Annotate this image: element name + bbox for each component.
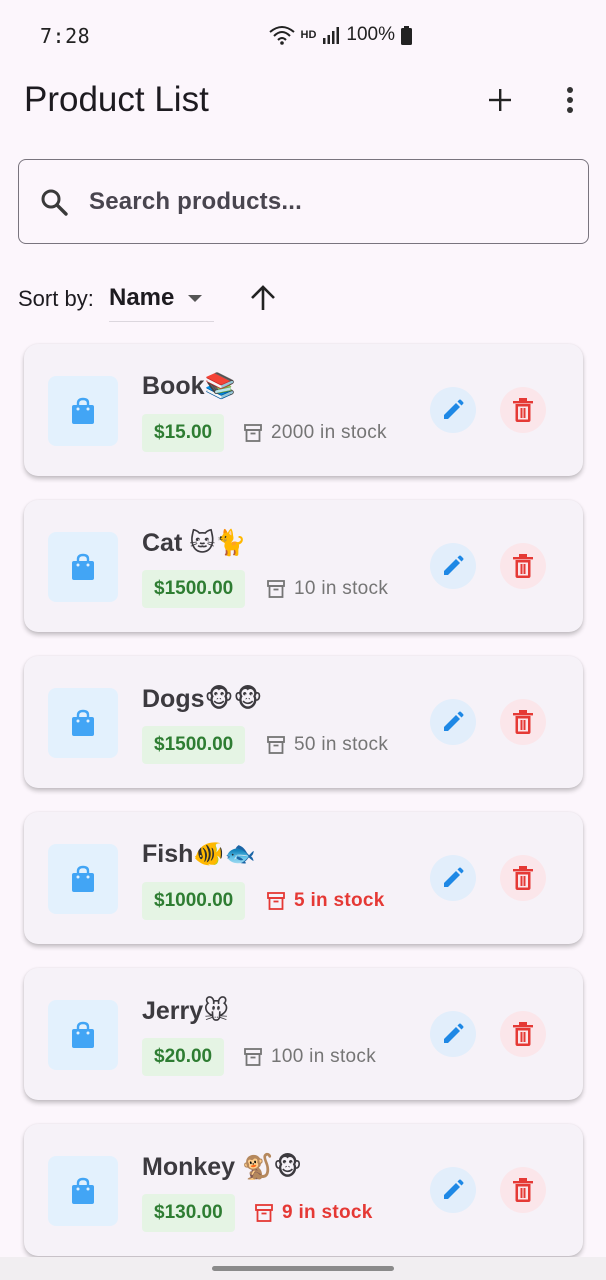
sort-row: Sort by: Name	[18, 276, 318, 322]
product-price: $1500.00	[142, 726, 246, 764]
product-stock: 9 in stock	[254, 1200, 373, 1226]
product-name: Dogs🐵🐵	[142, 685, 263, 713]
product-stock: 5 in stock	[266, 888, 385, 914]
sort-label: Sort by:	[18, 286, 94, 311]
product-price: $1000.00	[142, 882, 246, 920]
inventory-icon	[244, 424, 262, 442]
stock-text: 2000 in stock	[271, 422, 387, 443]
edit-pencil-icon	[444, 711, 464, 731]
edit-pencil-icon	[444, 1179, 464, 1199]
add-product-button[interactable]	[476, 76, 524, 124]
product-card[interactable]: Book📚 $15.00 2000 in stock	[24, 344, 583, 476]
product-card[interactable]: Fish🐠🐟 $1000.00 5 in stock	[24, 812, 583, 944]
trash-icon	[513, 398, 533, 422]
edit-pencil-icon	[444, 555, 464, 575]
more-vert-icon	[567, 87, 573, 113]
status-time: 7:28	[40, 24, 91, 48]
app-bar: Product List	[0, 72, 606, 128]
delete-button[interactable]	[500, 699, 546, 745]
product-name: Jerry🐭	[142, 997, 230, 1025]
signal-icon	[322, 26, 340, 44]
product-thumbnail	[48, 844, 118, 914]
product-name: Monkey 🐒🐵	[142, 1153, 303, 1181]
trash-icon	[513, 866, 533, 890]
delete-button[interactable]	[500, 387, 546, 433]
edit-button[interactable]	[430, 1011, 476, 1057]
edit-button[interactable]	[430, 387, 476, 433]
product-price: $15.00	[142, 414, 225, 452]
sort-dropdown[interactable]: Name	[109, 276, 214, 322]
product-name: Cat 🐱🐈	[142, 529, 247, 557]
edit-pencil-icon	[444, 1023, 464, 1043]
edit-button[interactable]	[430, 699, 476, 745]
product-thumbnail	[48, 532, 118, 602]
shopping-bag-icon	[72, 865, 94, 892]
status-bar: 7:28 HD 100%	[0, 0, 606, 70]
trash-icon	[513, 1178, 533, 1202]
inventory-icon	[267, 580, 285, 598]
inventory-icon	[267, 892, 285, 910]
stock-text: 10 in stock	[294, 578, 389, 599]
trash-icon	[513, 710, 533, 734]
inventory-icon	[255, 1204, 273, 1222]
battery-level: 100%	[346, 24, 395, 45]
search-icon	[19, 187, 89, 217]
delete-button[interactable]	[500, 543, 546, 589]
product-stock: 100 in stock	[243, 1044, 376, 1070]
hd-badge: HD	[300, 29, 317, 41]
delete-button[interactable]	[500, 1011, 546, 1057]
product-name: Fish🐠🐟	[142, 840, 256, 868]
shopping-bag-icon	[72, 397, 94, 424]
inventory-icon	[267, 736, 285, 754]
home-indicator[interactable]	[212, 1266, 394, 1271]
wifi-icon	[268, 25, 295, 45]
shopping-bag-icon	[72, 709, 94, 736]
stock-text: 100 in stock	[271, 1046, 376, 1067]
dropdown-arrow-icon	[188, 295, 202, 302]
product-thumbnail	[48, 1000, 118, 1070]
sort-direction-button[interactable]	[243, 276, 283, 320]
edit-button[interactable]	[430, 1167, 476, 1213]
stock-text: 9 in stock	[282, 1202, 373, 1223]
shopping-bag-icon	[72, 1021, 94, 1048]
trash-icon	[513, 1022, 533, 1046]
product-thumbnail	[48, 688, 118, 758]
search-placeholder: Search products...	[89, 187, 302, 215]
delete-button[interactable]	[500, 855, 546, 901]
product-price: $130.00	[142, 1194, 235, 1232]
sort-selected-value: Name	[109, 284, 175, 311]
status-icons: HD 100%	[268, 22, 412, 48]
product-name: Book📚	[142, 372, 236, 400]
product-card[interactable]: Monkey 🐒🐵 $130.00 9 in stock	[24, 1124, 583, 1256]
product-card[interactable]: Jerry🐭 $20.00 100 in stock	[24, 968, 583, 1100]
battery-icon	[401, 25, 412, 45]
product-stock: 10 in stock	[266, 576, 388, 602]
search-input[interactable]: Search products...	[18, 159, 589, 244]
stock-text: 5 in stock	[294, 890, 385, 911]
inventory-icon	[244, 1048, 262, 1066]
trash-icon	[513, 554, 533, 578]
page-title: Product List	[24, 80, 209, 119]
add-icon	[489, 89, 511, 111]
product-price: $20.00	[142, 1038, 225, 1076]
shopping-bag-icon	[72, 1177, 94, 1204]
product-thumbnail	[48, 376, 118, 446]
product-price: $1500.00	[142, 570, 246, 608]
product-card[interactable]: Dogs🐵🐵 $1500.00 50 in stock	[24, 656, 583, 788]
delete-button[interactable]	[500, 1167, 546, 1213]
arrow-up-icon	[251, 285, 275, 310]
product-card[interactable]: Cat 🐱🐈 $1500.00 10 in stock	[24, 500, 583, 632]
product-stock: 2000 in stock	[243, 420, 387, 446]
stock-text: 50 in stock	[294, 734, 389, 755]
edit-pencil-icon	[444, 399, 464, 419]
edit-button[interactable]	[430, 543, 476, 589]
product-thumbnail	[48, 1156, 118, 1226]
product-stock: 50 in stock	[266, 732, 388, 758]
edit-button[interactable]	[430, 855, 476, 901]
edit-pencil-icon	[444, 867, 464, 887]
more-options-button[interactable]	[546, 76, 594, 124]
shopping-bag-icon	[72, 553, 94, 580]
